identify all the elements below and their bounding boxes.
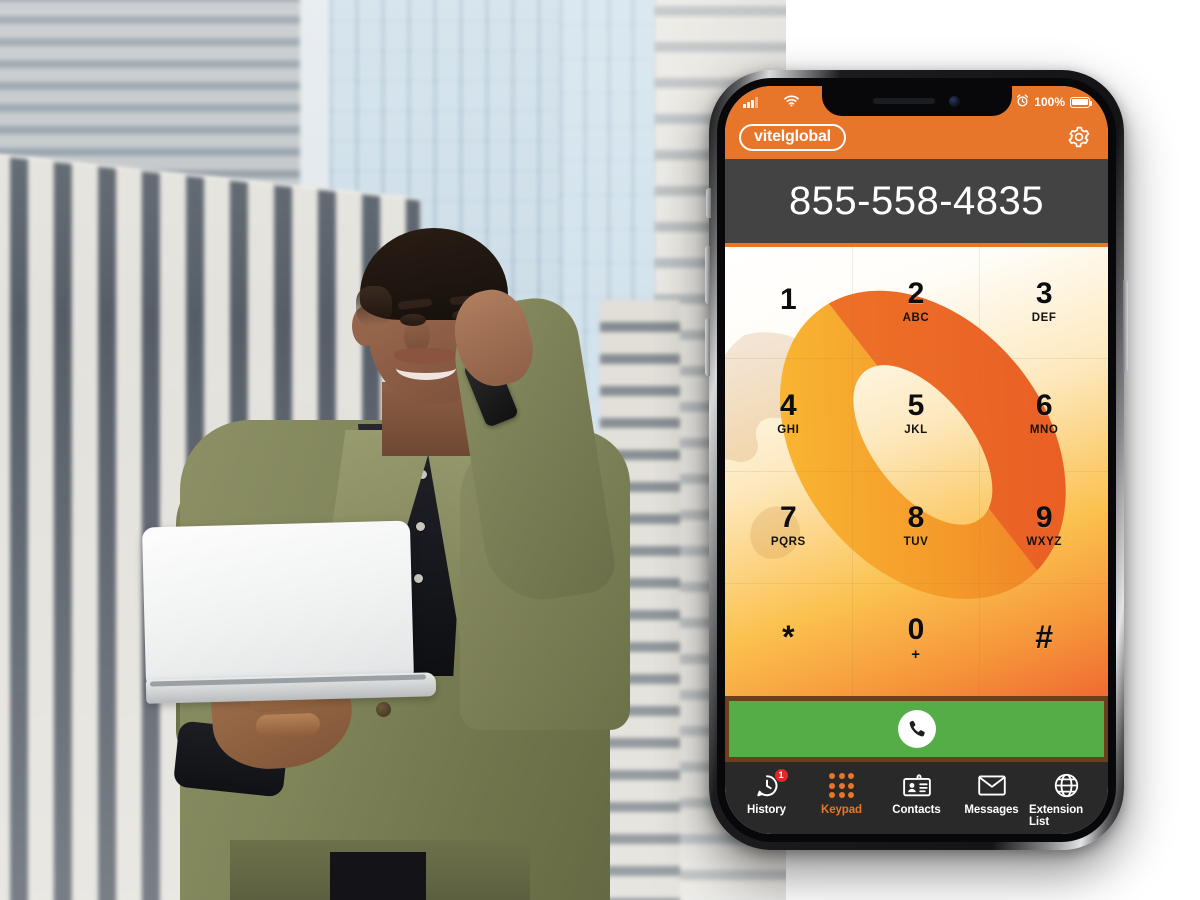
tab-label: History — [747, 804, 786, 816]
nose — [404, 318, 430, 352]
tab-label: Keypad — [821, 804, 862, 816]
mute-switch-button[interactable] — [706, 188, 711, 218]
tab-extension-list[interactable]: Extension List — [1029, 772, 1104, 828]
dialpad-key-2[interactable]: 2 ABC — [852, 247, 981, 360]
key-letters: MNO — [1029, 424, 1059, 437]
clock-history-icon: 1 — [754, 768, 789, 799]
dialpad-key-3[interactable]: 3 DEF — [980, 247, 1108, 360]
hero-photo — [0, 0, 786, 900]
dialpad-key-8[interactable]: 8 TUV — [852, 471, 981, 584]
envelope-icon — [977, 772, 1006, 799]
phone-handset-icon — [897, 710, 936, 748]
dialed-number: 855-558-4835 — [788, 178, 1045, 223]
volume-up-button[interactable] — [705, 246, 710, 304]
display-notch — [821, 86, 1012, 116]
dialpad-key-star[interactable]: * — [725, 583, 853, 696]
dialpad-key-4[interactable]: 4 GHI — [725, 359, 853, 472]
key-digit: 7 — [779, 501, 797, 535]
alarm-clock-icon — [1016, 94, 1029, 110]
gear-icon[interactable] — [1066, 124, 1092, 150]
key-digit: 8 — [907, 501, 925, 535]
power-button[interactable] — [1123, 280, 1128, 372]
key-digit: * — [782, 618, 795, 655]
tab-messages[interactable]: Messages — [954, 772, 1029, 816]
globe-icon — [1054, 772, 1079, 799]
phone-screen: 100% vitelglobal 855-558-4835 1 2 ABC 3 … — [725, 86, 1108, 834]
dialpad-key-hash[interactable]: # — [980, 584, 1108, 696]
key-digit: 2 — [907, 276, 925, 310]
key-letters: JKL — [904, 424, 928, 437]
bottom-tab-bar: 1 History Keypad Contacts Messages Exten… — [725, 762, 1108, 834]
dialpad: 1 2 ABC 3 DEF 4 GHI 5 JKL 6 MNO 7 PQRS 8 TUV 9W… — [725, 247, 1108, 696]
key-letters: TUV — [903, 536, 929, 549]
front-camera-icon — [949, 95, 960, 107]
brand-logo: vitelglobal — [739, 123, 846, 151]
key-letters: + — [911, 646, 921, 664]
history-badge: 1 — [773, 768, 789, 783]
dialed-number-display[interactable]: 855-558-4835 — [725, 159, 1108, 247]
key-letters: WXYZ — [1026, 536, 1062, 549]
key-digit: # — [1035, 618, 1054, 655]
laptop-lid — [141, 520, 415, 690]
contact-card-icon — [902, 772, 931, 799]
key-letters: DEF — [1031, 311, 1057, 324]
tab-label: Contacts — [892, 804, 941, 816]
key-digit: 4 — [779, 389, 797, 423]
call-button-container — [725, 696, 1108, 762]
tab-label: Messages — [964, 804, 1019, 816]
key-digit: 3 — [1035, 276, 1053, 310]
battery-percent-label: 100% — [1034, 95, 1065, 109]
smile-teeth — [396, 356, 456, 380]
trousers-shadow — [330, 852, 426, 900]
earpiece-speaker-icon — [873, 98, 935, 104]
wifi-icon — [783, 95, 799, 110]
key-letters: ABC — [902, 311, 930, 324]
key-digit: 1 — [779, 282, 797, 316]
key-digit: 6 — [1035, 389, 1053, 423]
dialpad-key-9[interactable]: 9 WXYZ — [980, 472, 1108, 584]
tab-contacts[interactable]: Contacts — [879, 772, 954, 816]
key-digit: 0 — [907, 613, 925, 647]
key-digit: 9 — [1035, 501, 1053, 535]
tab-history[interactable]: 1 History — [729, 768, 804, 816]
dialpad-key-1[interactable]: 1 — [725, 247, 853, 360]
battery-full-icon — [1070, 96, 1093, 108]
tab-keypad[interactable]: Keypad — [804, 772, 879, 816]
key-digit: 5 — [907, 389, 925, 423]
man-figure — [0, 0, 786, 900]
app-bar: vitelglobal — [725, 115, 1108, 159]
key-letters: PQRS — [770, 536, 806, 549]
volume-down-button[interactable] — [705, 318, 710, 376]
call-button[interactable] — [729, 701, 1104, 757]
cellular-signal-icon — [743, 96, 758, 108]
dialpad-key-6[interactable]: 6 MNO — [980, 359, 1108, 472]
smartphone-mockup: 100% vitelglobal 855-558-4835 1 2 ABC 3 … — [705, 70, 1128, 850]
dialpad-grid: 1 2 ABC 3 DEF 4 GHI 5 JKL 6 MNO 7 PQRS 8 TUV 9W… — [725, 247, 1108, 696]
keypad-dots-icon — [829, 772, 854, 799]
tab-label: Extension List — [1029, 804, 1084, 828]
dialpad-key-5[interactable]: 5 JKL — [852, 359, 981, 472]
dialpad-key-7[interactable]: 7 PQRS — [725, 471, 853, 584]
hair-fade — [356, 286, 392, 326]
key-letters: GHI — [777, 424, 800, 437]
dialpad-key-0[interactable]: 0 + — [853, 583, 981, 696]
